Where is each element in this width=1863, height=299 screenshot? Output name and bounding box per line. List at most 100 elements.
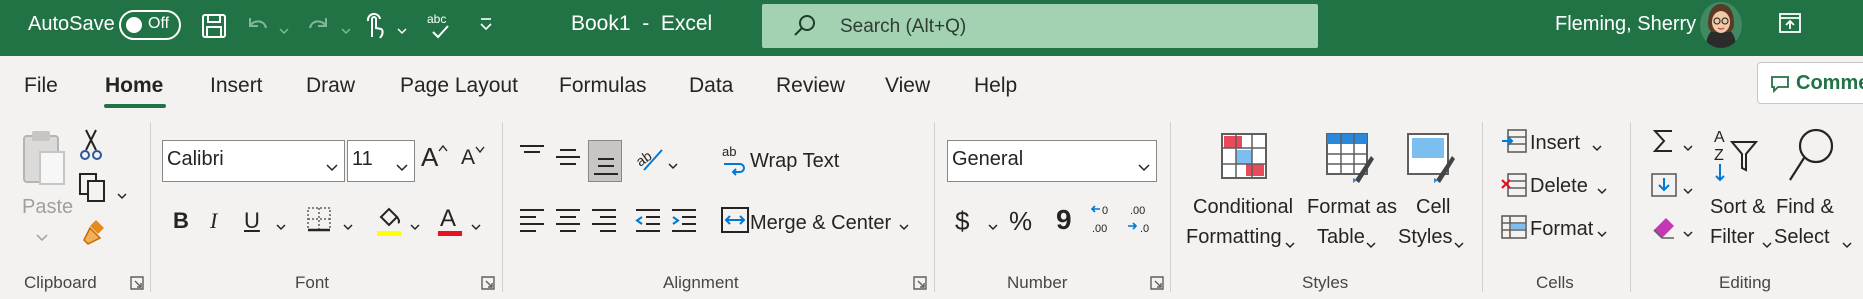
bottom-align-button[interactable] <box>588 140 622 182</box>
increase-decimal-icon[interactable]: 0.00 <box>1090 204 1120 241</box>
delete-dropdown-icon[interactable] <box>1597 182 1607 200</box>
sort-filter-label-2[interactable]: Filter <box>1710 226 1754 249</box>
search-box[interactable]: Search (Alt+Q) <box>762 4 1318 48</box>
underline-button[interactable]: U <box>244 208 260 234</box>
merge-dropdown-icon[interactable] <box>899 218 909 236</box>
touch-dropdown-icon[interactable] <box>397 22 407 40</box>
conditional-formatting-label-1[interactable]: Conditional <box>1193 196 1293 219</box>
tab-formulas[interactable]: Formulas <box>559 74 647 98</box>
decrease-decimal-icon[interactable]: .00 .0 <box>1126 204 1156 241</box>
orientation-icon[interactable]: ab <box>633 142 668 179</box>
format-dropdown-icon[interactable] <box>1597 225 1607 243</box>
redo-icon[interactable] <box>300 8 336 44</box>
tab-page-layout[interactable]: Page Layout <box>400 74 518 98</box>
align-right-icon[interactable] <box>591 208 617 237</box>
decrease-indent-icon[interactable] <box>634 208 662 237</box>
format-cells-label[interactable]: Format <box>1530 218 1593 241</box>
autosum-icon[interactable] <box>1652 128 1676 159</box>
avatar[interactable] <box>1700 2 1742 48</box>
accounting-format-button[interactable]: $ <box>955 206 969 237</box>
paste-icon[interactable] <box>20 128 68 197</box>
autosave-toggle[interactable]: Off <box>119 10 181 40</box>
font-color-icon[interactable]: A <box>436 203 464 242</box>
redo-dropdown-icon[interactable] <box>341 22 351 40</box>
merge-center-icon[interactable] <box>720 206 750 239</box>
sort-filter-icon[interactable]: AZ <box>1710 126 1760 189</box>
wrap-text-icon[interactable]: ab <box>722 144 748 183</box>
tab-draw[interactable]: Draw <box>306 74 355 98</box>
cell-styles-dropdown-icon[interactable] <box>1454 236 1464 254</box>
cell-styles-label-2[interactable]: Styles <box>1398 226 1452 249</box>
copy-icon[interactable] <box>78 172 108 209</box>
comments-button[interactable]: Comme <box>1757 62 1863 104</box>
save-icon[interactable] <box>196 8 232 44</box>
insert-cells-label[interactable]: Insert <box>1530 132 1580 155</box>
bold-button[interactable]: B <box>173 208 189 234</box>
tab-file[interactable]: File <box>24 74 58 98</box>
comma-style-button[interactable]: 9 <box>1056 204 1072 236</box>
middle-align-icon[interactable] <box>555 146 581 173</box>
touch-mode-icon[interactable] <box>356 8 392 44</box>
insert-dropdown-icon[interactable] <box>1592 139 1602 157</box>
copy-dropdown-icon[interactable] <box>117 187 127 205</box>
accounting-dropdown-icon[interactable] <box>988 218 998 236</box>
fill-icon[interactable] <box>1650 172 1678 203</box>
insert-cells-icon[interactable] <box>1500 128 1528 159</box>
find-select-label-1[interactable]: Find & <box>1776 196 1834 219</box>
tab-home[interactable]: Home <box>105 74 163 98</box>
fill-color-dropdown-icon[interactable] <box>410 218 420 236</box>
undo-icon[interactable] <box>240 8 276 44</box>
format-cells-icon[interactable] <box>1500 214 1528 245</box>
increase-indent-icon[interactable] <box>670 208 698 237</box>
font-color-dropdown-icon[interactable] <box>471 218 481 236</box>
merge-center-label[interactable]: Merge & Center <box>750 212 891 235</box>
number-format-select[interactable]: General <box>947 140 1157 182</box>
tab-help[interactable]: Help <box>974 74 1017 98</box>
fill-color-icon[interactable] <box>375 203 403 242</box>
delete-cells-label[interactable]: Delete <box>1530 175 1588 198</box>
alignment-launcher-icon[interactable] <box>913 276 927 295</box>
conditional-dropdown-icon[interactable] <box>1285 236 1295 254</box>
sort-filter-dropdown-icon[interactable] <box>1762 236 1772 254</box>
format-painter-icon[interactable] <box>80 218 108 253</box>
borders-dropdown-icon[interactable] <box>343 218 353 236</box>
italic-button[interactable]: I <box>210 208 217 234</box>
orientation-dropdown-icon[interactable] <box>668 157 678 175</box>
spelling-icon[interactable]: abc <box>422 8 458 44</box>
conditional-formatting-icon[interactable] <box>1220 132 1268 185</box>
find-select-label-2[interactable]: Select <box>1774 226 1830 249</box>
sort-filter-label-1[interactable]: Sort & <box>1710 196 1766 219</box>
find-select-dropdown-icon[interactable] <box>1842 236 1852 254</box>
align-center-icon[interactable] <box>555 208 581 237</box>
percent-style-button[interactable]: % <box>1009 206 1032 237</box>
font-size-select[interactable]: 11 <box>347 140 415 182</box>
top-align-icon[interactable] <box>519 144 545 169</box>
cell-styles-icon[interactable] <box>1406 132 1456 189</box>
format-as-table-icon[interactable] <box>1325 132 1375 189</box>
customize-toolbar-icon[interactable] <box>478 16 494 37</box>
number-launcher-icon[interactable] <box>1150 276 1164 295</box>
find-select-icon[interactable] <box>1786 126 1836 191</box>
font-launcher-icon[interactable] <box>481 276 495 295</box>
format-as-table-label-1[interactable]: Format as <box>1307 196 1397 219</box>
ribbon-display-options-icon[interactable] <box>1778 12 1802 39</box>
clear-dropdown-icon[interactable] <box>1683 225 1693 243</box>
undo-dropdown-icon[interactable] <box>279 22 289 40</box>
align-left-icon[interactable] <box>519 208 545 237</box>
underline-dropdown-icon[interactable] <box>276 218 286 236</box>
autosum-dropdown-icon[interactable] <box>1683 139 1693 157</box>
clear-icon[interactable] <box>1650 214 1678 245</box>
tab-view[interactable]: View <box>885 74 930 98</box>
tab-insert[interactable]: Insert <box>210 74 263 98</box>
format-as-table-label-2[interactable]: Table <box>1317 226 1365 249</box>
tab-data[interactable]: Data <box>689 74 733 98</box>
tab-review[interactable]: Review <box>776 74 845 98</box>
borders-icon[interactable] <box>306 206 332 237</box>
clipboard-launcher-icon[interactable] <box>130 276 144 295</box>
paste-dropdown-icon[interactable] <box>36 229 48 247</box>
delete-cells-icon[interactable] <box>1500 172 1528 203</box>
format-as-table-dropdown-icon[interactable] <box>1366 236 1376 254</box>
font-name-select[interactable]: Calibri <box>162 140 345 182</box>
cut-icon[interactable] <box>78 128 104 167</box>
cell-styles-label-1[interactable]: Cell <box>1416 196 1450 219</box>
